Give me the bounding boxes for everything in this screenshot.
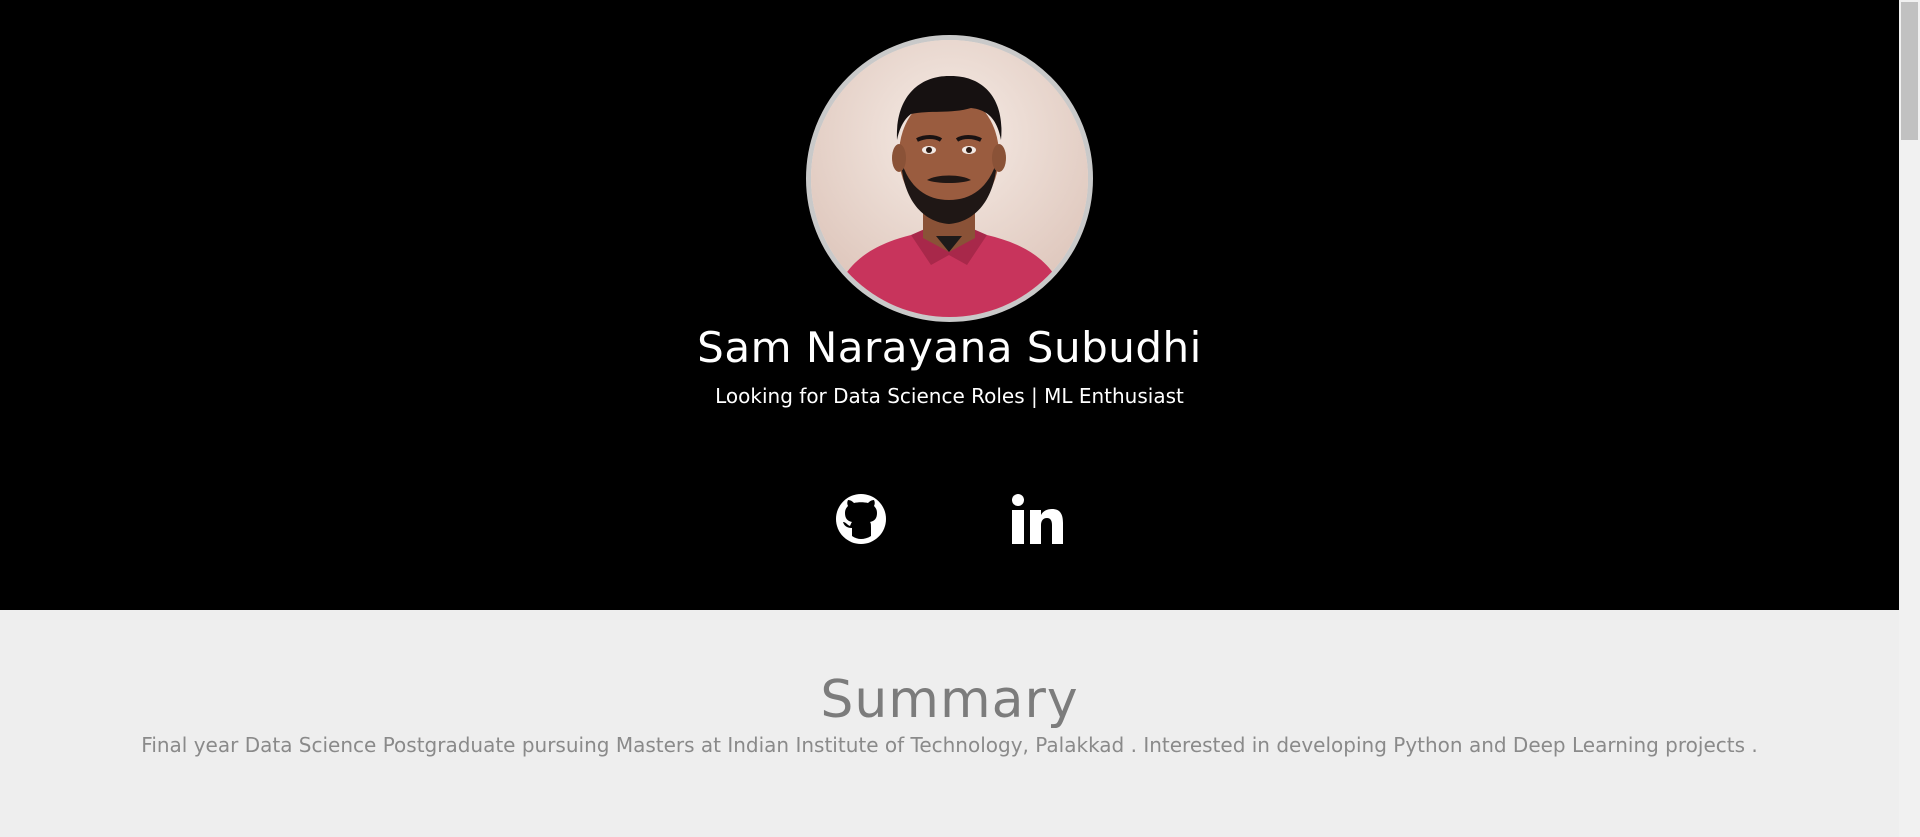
linkedin-link[interactable]: [1010, 492, 1064, 546]
page: Sam Narayana Subudhi Looking for Data Sc…: [0, 0, 1899, 837]
profile-tagline: Looking for Data Science Roles | ML Enth…: [715, 384, 1184, 408]
profile-photo: [806, 35, 1093, 322]
summary-section: Summary Final year Data Science Postgrad…: [0, 610, 1899, 837]
profile-photo-illustration: [811, 40, 1088, 317]
scrollbar-thumb[interactable]: [1901, 2, 1918, 140]
github-icon: [836, 494, 886, 544]
github-link[interactable]: [834, 492, 888, 546]
summary-heading: Summary: [820, 670, 1079, 730]
linkedin-icon: [1012, 494, 1063, 544]
vertical-scrollbar[interactable]: [1899, 0, 1920, 837]
hero-section: Sam Narayana Subudhi Looking for Data Sc…: [0, 0, 1899, 610]
summary-text: Final year Data Science Postgraduate pur…: [141, 733, 1758, 757]
profile-name: Sam Narayana Subudhi: [697, 323, 1202, 372]
